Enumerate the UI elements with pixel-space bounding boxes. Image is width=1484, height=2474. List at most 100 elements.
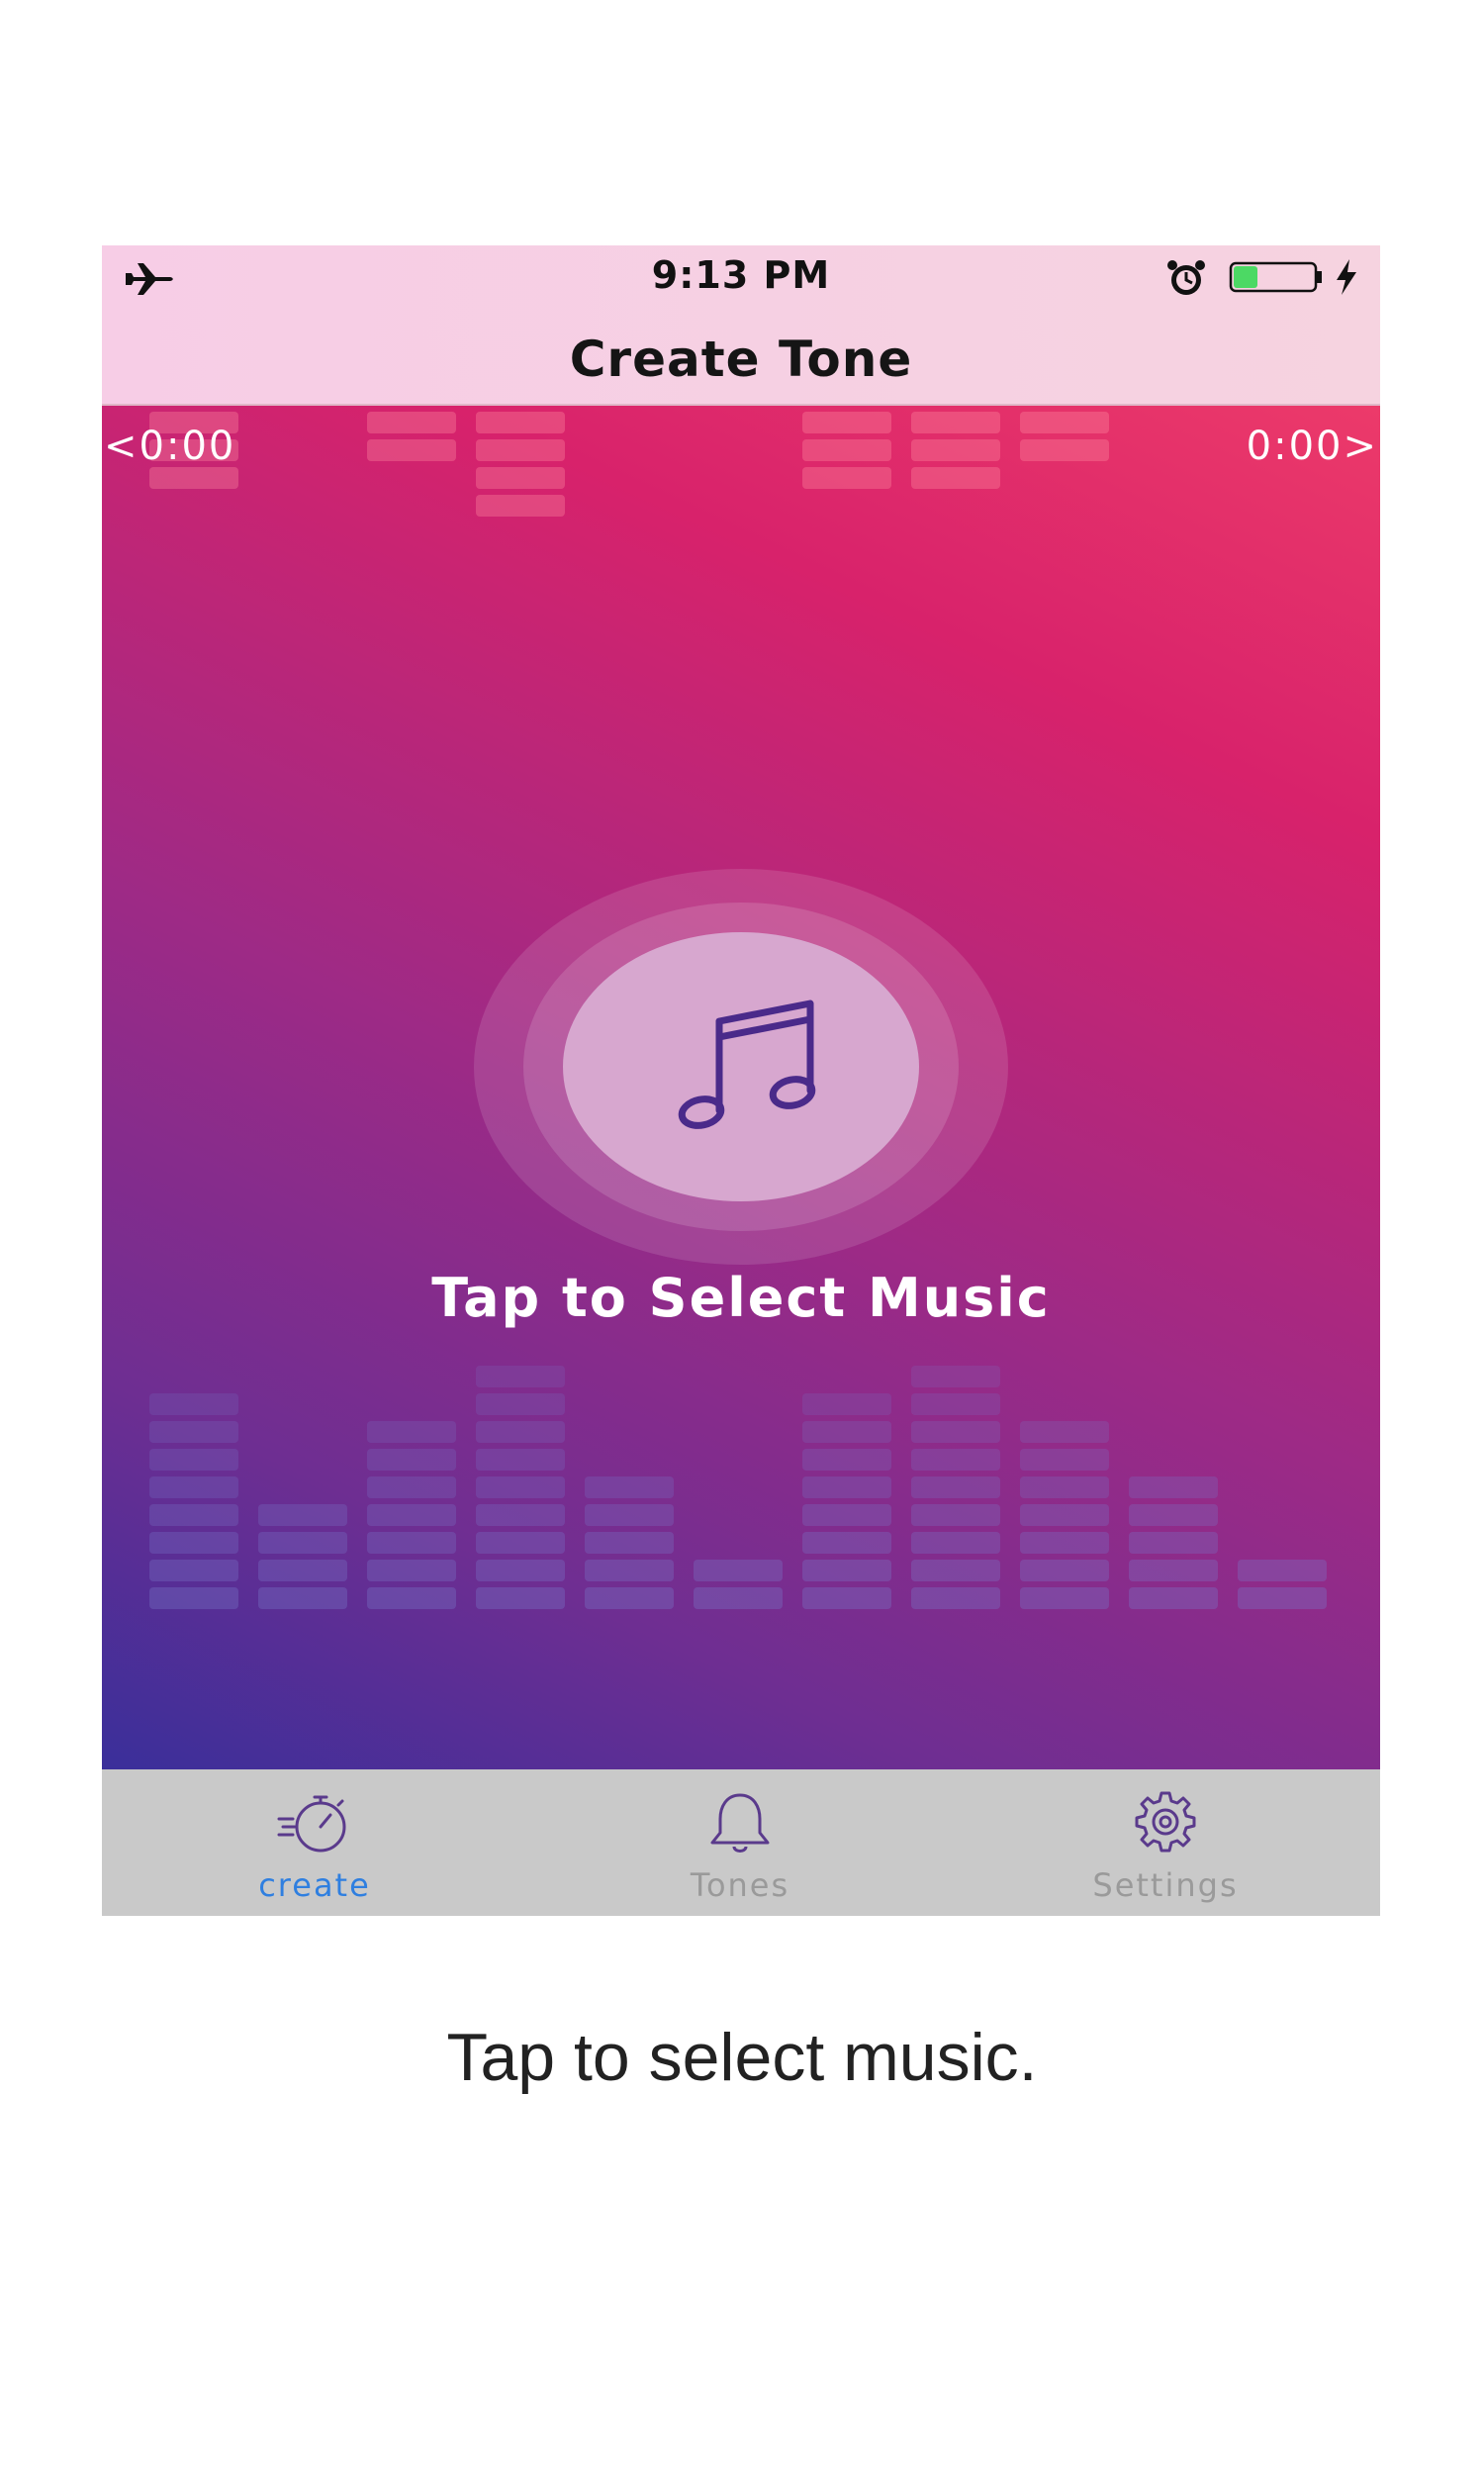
equalizer-segment — [149, 1504, 238, 1526]
phone-screen: 9:13 PM Create Tone <0:00 0:00> Tap to S… — [102, 245, 1380, 1946]
equalizer-segment — [585, 1532, 674, 1554]
equalizer-segment — [802, 1504, 891, 1526]
equalizer-segment — [911, 1476, 1000, 1498]
equalizer-segment — [258, 1504, 347, 1526]
equalizer-segment — [911, 1587, 1000, 1609]
equalizer-segment — [1020, 1449, 1109, 1471]
equalizer-segment — [802, 1587, 891, 1609]
equalizer-segment — [1129, 1560, 1218, 1581]
charging-bolt-icon — [1337, 259, 1356, 295]
equalizer-segment — [911, 1393, 1000, 1415]
tab-tones[interactable]: Tones — [527, 1769, 953, 1916]
equalizer-segment — [367, 1476, 456, 1498]
equalizer-segment — [802, 439, 891, 461]
tab-label: create — [258, 1866, 371, 1904]
select-music-button[interactable] — [563, 932, 919, 1201]
equalizer-segment — [476, 1393, 565, 1415]
equalizer-segment — [1238, 1587, 1327, 1609]
equalizer-segment — [1129, 1532, 1218, 1554]
equalizer-segment — [367, 1532, 456, 1554]
tab-label: Settings — [1092, 1866, 1239, 1904]
bell-icon — [710, 1793, 770, 1853]
equalizer-segment — [911, 1504, 1000, 1526]
caption: Tap to select music. — [446, 2020, 1038, 2095]
equalizer-segment — [694, 1587, 783, 1609]
start-time-label[interactable]: <0:00 — [104, 424, 235, 469]
equalizer-segment — [911, 1560, 1000, 1581]
equalizer-segment — [911, 1449, 1000, 1471]
equalizer-segment — [476, 1421, 565, 1443]
equalizer-segment — [1020, 1560, 1109, 1581]
equalizer-segment — [476, 1366, 565, 1387]
battery-icon — [1229, 261, 1322, 293]
equalizer-segment — [1020, 439, 1109, 461]
alarm-icon — [1167, 260, 1205, 295]
nav-bar: Create Tone — [102, 311, 1380, 406]
equalizer-segment — [476, 439, 565, 461]
status-bar: 9:13 PM — [102, 245, 1380, 311]
equalizer-segment — [911, 412, 1000, 433]
tab-settings[interactable]: Settings — [953, 1769, 1378, 1916]
equalizer-segment — [476, 1476, 565, 1498]
equalizer-segment — [802, 1532, 891, 1554]
equalizer-segment — [1129, 1504, 1218, 1526]
tab-create[interactable]: create — [102, 1769, 527, 1916]
tab-bar: create Tones Settings — [102, 1769, 1380, 1916]
equalizer-segment — [258, 1532, 347, 1554]
music-note-icon — [678, 999, 816, 1129]
equalizer-segment — [1020, 1504, 1109, 1526]
equalizer-segment — [476, 1532, 565, 1554]
equalizer-segment — [476, 1449, 565, 1471]
page-title: Create Tone — [569, 331, 913, 388]
equalizer-segment — [1129, 1476, 1218, 1498]
equalizer-segment — [802, 467, 891, 489]
equalizer-segment — [911, 1366, 1000, 1387]
equalizer-segment — [367, 1504, 456, 1526]
equalizer-segment — [367, 1449, 456, 1471]
equalizer-segment — [585, 1476, 674, 1498]
equalizer-segment — [367, 1421, 456, 1443]
equalizer-segment — [367, 412, 456, 433]
tab-label: Tones — [690, 1866, 790, 1904]
equalizer-segment — [1020, 1476, 1109, 1498]
equalizer-segment — [149, 1587, 238, 1609]
equalizer-segment — [802, 1393, 891, 1415]
equalizer-segment — [149, 1560, 238, 1581]
equalizer-segment — [802, 1449, 891, 1471]
equalizer-segment — [149, 1393, 238, 1415]
equalizer-segment — [258, 1560, 347, 1581]
equalizer-segment — [476, 495, 565, 517]
gear-icon — [1135, 1791, 1196, 1853]
equalizer-segment — [367, 1587, 456, 1609]
select-music-prompt[interactable]: Tap to Select Music — [102, 1267, 1380, 1329]
equalizer-segment — [476, 1560, 565, 1581]
equalizer-segment — [476, 467, 565, 489]
stopwatch-icon — [277, 1795, 346, 1853]
equalizer-segment — [367, 1560, 456, 1581]
equalizer-segment — [149, 1532, 238, 1554]
equalizer-segment — [911, 1421, 1000, 1443]
equalizer-segment — [802, 412, 891, 433]
equalizer-segment — [1238, 1560, 1327, 1581]
equalizer-segment — [367, 439, 456, 461]
equalizer-segment — [1020, 412, 1109, 433]
equalizer-segment — [911, 467, 1000, 489]
equalizer-segment — [694, 1560, 783, 1581]
equalizer-segment — [258, 1587, 347, 1609]
equalizer-segment — [1020, 1532, 1109, 1554]
battery-fill — [1234, 266, 1257, 288]
equalizer-segment — [149, 1449, 238, 1471]
equalizer-segment — [1020, 1421, 1109, 1443]
equalizer-segment — [802, 1560, 891, 1581]
equalizer-segment — [476, 1504, 565, 1526]
equalizer-segment — [149, 467, 238, 489]
equalizer-segment — [585, 1587, 674, 1609]
equalizer-segment — [476, 1587, 565, 1609]
equalizer-segment — [585, 1560, 674, 1581]
equalizer-segment — [585, 1504, 674, 1526]
equalizer-segment — [911, 1532, 1000, 1554]
music-selector-panel: <0:00 0:00> Tap to Select Music — [102, 406, 1380, 1769]
equalizer-segment — [802, 1421, 891, 1443]
equalizer-segment — [149, 1476, 238, 1498]
end-time-label[interactable]: 0:00> — [1247, 424, 1378, 469]
